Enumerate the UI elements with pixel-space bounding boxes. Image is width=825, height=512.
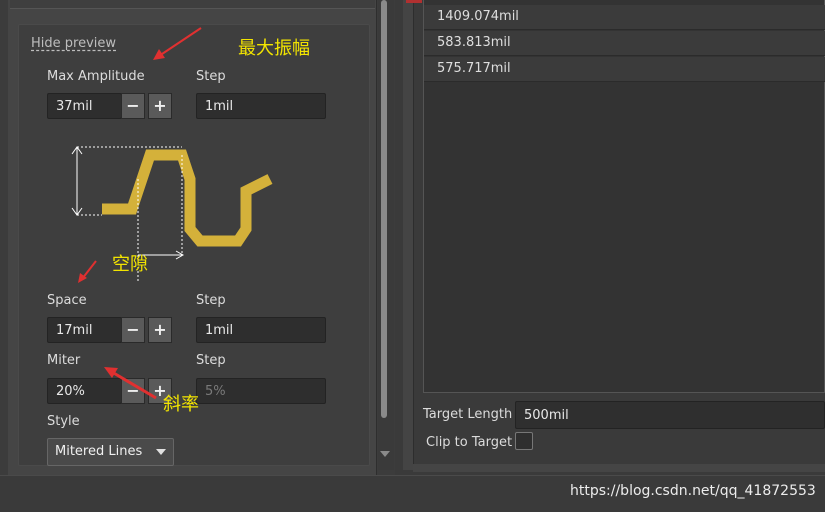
space-step-label: Step bbox=[196, 293, 226, 308]
space-step-input[interactable]: 1mil bbox=[196, 317, 326, 343]
style-label: Style bbox=[47, 414, 80, 429]
miter-step-input[interactable]: 5% bbox=[196, 378, 326, 404]
panel-divider bbox=[403, 0, 414, 470]
amplitude-step-label: Step bbox=[196, 69, 226, 84]
annotation-gap: 空隙 bbox=[112, 254, 148, 275]
chevron-down-icon bbox=[156, 449, 166, 455]
target-length-label: Target Length bbox=[423, 407, 513, 422]
watermark-text: https://blog.csdn.net/qq_41872553 bbox=[570, 483, 816, 499]
list-marker bbox=[406, 0, 422, 3]
amplitude-step-input[interactable]: 1mil bbox=[196, 93, 326, 119]
max-amplitude-input[interactable]: 37mil bbox=[47, 93, 122, 119]
space-increment-button[interactable]: + bbox=[148, 317, 172, 343]
style-select-value: Mitered Lines bbox=[55, 444, 143, 459]
space-input[interactable]: 17mil bbox=[47, 317, 122, 343]
list-item[interactable]: 575.717mil bbox=[424, 57, 825, 82]
clip-to-target-label: Clip to Target bbox=[426, 435, 513, 450]
panel-header bbox=[10, 0, 375, 9]
miter-step-label: Step bbox=[196, 353, 226, 368]
amplitude-decrement-button[interactable]: − bbox=[121, 93, 145, 119]
miter-label: Miter bbox=[47, 353, 81, 368]
max-amplitude-label: Max Amplitude bbox=[47, 69, 145, 84]
space-decrement-button[interactable]: − bbox=[121, 317, 145, 343]
style-select[interactable]: Mitered Lines bbox=[47, 438, 174, 466]
amplitude-increment-button[interactable]: + bbox=[148, 93, 172, 119]
right-panel-footer bbox=[413, 464, 825, 472]
list-item[interactable]: 583.813mil bbox=[424, 31, 825, 56]
annotation-amplitude: 最大振幅 bbox=[238, 38, 310, 59]
scrollbar-thumb[interactable] bbox=[381, 0, 387, 418]
clip-to-target-checkbox[interactable] bbox=[515, 432, 533, 450]
hide-preview-link[interactable]: Hide preview bbox=[31, 36, 116, 51]
meander-trace bbox=[102, 149, 273, 247]
red-arrow-icon bbox=[78, 260, 97, 283]
annotation-slope: 斜率 bbox=[163, 394, 199, 415]
scroll-down-icon[interactable] bbox=[380, 451, 390, 457]
list-item[interactable]: 1409.074mil bbox=[424, 5, 825, 30]
red-arrow-icon bbox=[104, 367, 157, 400]
red-arrow-icon bbox=[153, 27, 202, 60]
space-label: Space bbox=[47, 293, 87, 308]
target-length-input[interactable]: 500mil bbox=[515, 401, 825, 429]
